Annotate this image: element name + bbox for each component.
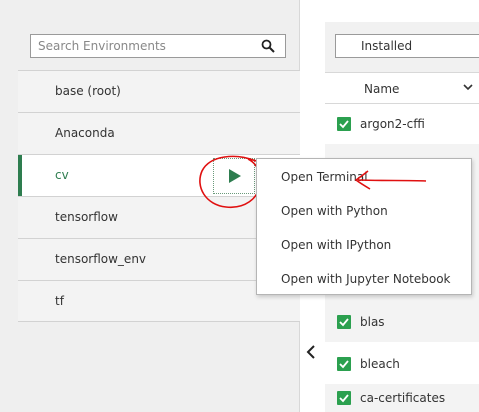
environment-item[interactable]: Anaconda bbox=[18, 112, 300, 154]
environment-label: tf bbox=[55, 294, 64, 308]
menu-item-open-python[interactable]: Open with Python bbox=[257, 197, 471, 227]
check-icon bbox=[339, 394, 349, 403]
environment-label: Anaconda bbox=[55, 126, 115, 140]
environment-label: base (root) bbox=[55, 84, 121, 98]
package-checkbox[interactable] bbox=[337, 357, 351, 371]
check-icon bbox=[339, 120, 349, 129]
annotation-arrow bbox=[354, 170, 427, 190]
package-name: argon2-cffi bbox=[360, 117, 425, 131]
environment-label: cv bbox=[55, 168, 69, 182]
package-name: bleach bbox=[360, 357, 400, 371]
package-row: ca-certificates bbox=[325, 384, 479, 412]
search-icon[interactable] bbox=[261, 39, 275, 53]
environment-label: tensorflow bbox=[55, 210, 118, 224]
menu-item-open-jupyter[interactable]: Open with Jupyter Notebook bbox=[257, 265, 471, 295]
column-header-name[interactable]: Name bbox=[325, 72, 479, 104]
search-environments-field[interactable] bbox=[30, 34, 286, 58]
package-checkbox[interactable] bbox=[337, 391, 351, 405]
menu-item-label: Open with Jupyter Notebook bbox=[281, 272, 451, 286]
environment-label: tensorflow_env bbox=[55, 252, 147, 266]
package-filter-select[interactable]: Installed bbox=[335, 34, 479, 58]
package-name: blas bbox=[360, 315, 385, 329]
check-icon bbox=[339, 318, 349, 327]
menu-item-label: Open with IPython bbox=[281, 238, 392, 252]
chevron-down-icon[interactable] bbox=[463, 84, 473, 92]
column-header-label: Name bbox=[364, 82, 400, 96]
package-name: ca-certificates bbox=[360, 391, 446, 405]
package-checkbox[interactable] bbox=[337, 315, 351, 329]
collapse-panel-icon[interactable] bbox=[300, 338, 324, 366]
package-row: blas bbox=[325, 302, 479, 342]
environment-item[interactable]: base (root) bbox=[18, 70, 300, 112]
menu-item-open-ipython[interactable]: Open with IPython bbox=[257, 231, 471, 261]
package-row: bleach bbox=[325, 344, 479, 384]
package-checkbox[interactable] bbox=[337, 117, 351, 131]
package-row: argon2-cffi bbox=[325, 104, 479, 144]
menu-item-label: Open with Python bbox=[281, 204, 388, 218]
check-icon bbox=[339, 360, 349, 369]
packages-toolbar: Installed bbox=[325, 22, 479, 72]
search-input[interactable] bbox=[31, 35, 257, 57]
